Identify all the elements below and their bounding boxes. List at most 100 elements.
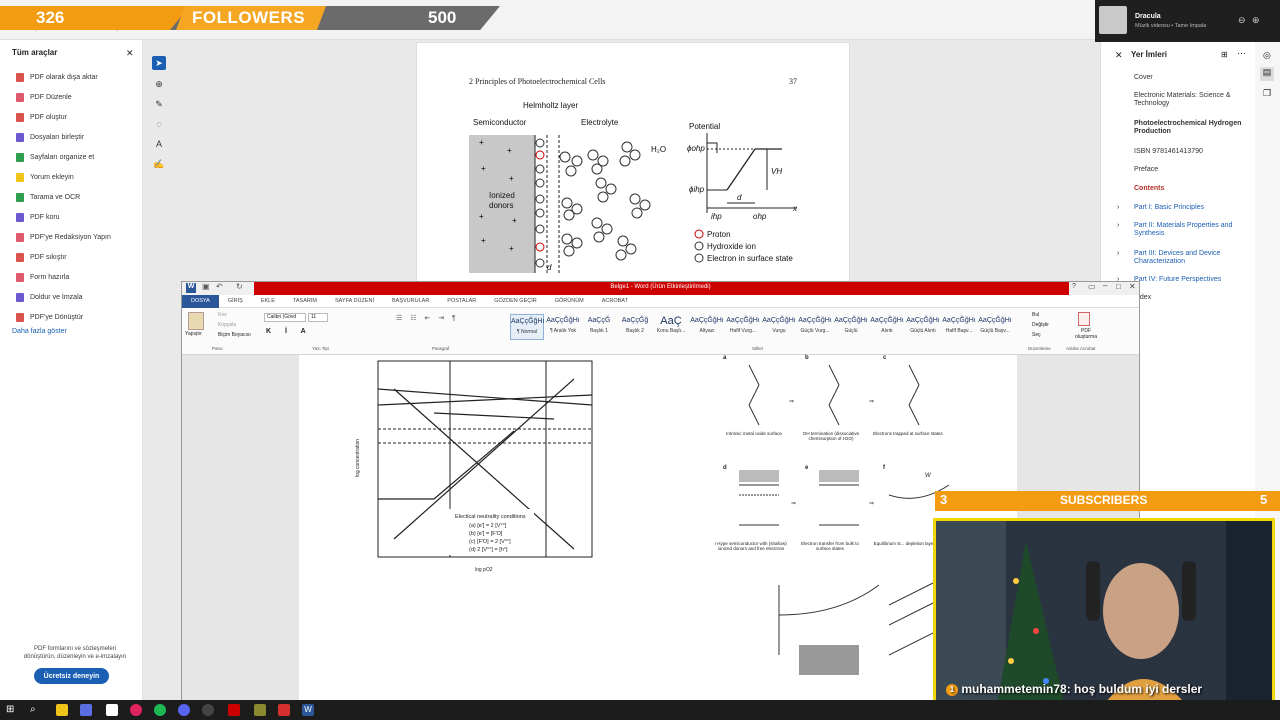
ribbon-tab[interactable]: GÖRÜNÜM (546, 298, 593, 304)
style-option[interactable]: AaÇçĞğHı Güçlü Alıntı (906, 314, 940, 340)
ribbon-tab[interactable]: BAŞVURULAR (383, 298, 438, 304)
windows-start-icon[interactable]: ⊞ (6, 704, 18, 716)
bookmark-item[interactable]: Electronic Materials: Science & Technolo… (1134, 92, 1249, 108)
paragraph-controls[interactable]: ☰ ☷ ⇤ ⇥ ¶ (396, 314, 496, 340)
tool-item[interactable]: PDF koru (16, 210, 60, 224)
ribbon-tab[interactable]: ACROBAT (593, 298, 637, 304)
bookmark-item[interactable]: Index (1134, 294, 1249, 302)
ribbon-display-icon[interactable]: ▭ (1088, 282, 1096, 291)
text-box-icon[interactable]: A (152, 137, 166, 151)
help-icon[interactable]: ? (1072, 283, 1076, 290)
tool-item[interactable]: Tarama ve OCR (16, 190, 80, 204)
tool-item[interactable]: PDF Düzenle (16, 90, 72, 104)
format-painter-button[interactable]: Biçim Boyacısı (218, 332, 251, 338)
style-option[interactable]: AaÇçĞğHı Güçlü Başv... (978, 314, 1012, 340)
recorder-icon[interactable] (228, 704, 240, 716)
opera-icon[interactable] (130, 704, 142, 716)
paste-icon[interactable] (188, 312, 204, 330)
file-explorer-icon[interactable] (56, 704, 68, 716)
ribbon-tab[interactable]: POSTALAR (438, 298, 485, 304)
show-more-link[interactable]: Daha fazla göster (12, 328, 67, 335)
tool-item[interactable]: PDF olarak dışa aktar (16, 70, 98, 84)
style-option[interactable]: AaÇçĞğHı Güçlü (834, 314, 868, 340)
more-options-icon[interactable]: ⋯ (1237, 48, 1246, 59)
comment-icon[interactable]: ◎ (1263, 50, 1271, 61)
find-button[interactable]: Bul (1032, 312, 1039, 318)
notes-icon[interactable] (254, 704, 266, 716)
close-window-icon[interactable]: ✕ (1129, 282, 1136, 291)
style-option[interactable]: AaÇçĞğHı Güçlü Vurg... (798, 314, 832, 340)
tool-item[interactable]: PDF'ye Dönüştür (16, 310, 83, 324)
style-option[interactable]: AaÇçĞğHı Altyazı (690, 314, 724, 340)
lasso-icon[interactable]: ◌ (152, 117, 166, 131)
zoom-icon[interactable]: ⊕ (152, 77, 166, 91)
chevron-right-icon[interactable]: › (1117, 250, 1119, 257)
tool-item[interactable]: Yorum ekleyin (16, 170, 74, 184)
minimize-window-icon[interactable]: – (1103, 281, 1107, 290)
minimize-icon[interactable]: ⊖ (1238, 15, 1246, 26)
tool-item[interactable]: Doldur ve İmzala (16, 290, 83, 304)
style-option[interactable]: AaÇçĞğHı Hafif Vurg... (726, 314, 760, 340)
tool-item[interactable]: PDF'ye Redaksiyon Yapın (16, 230, 111, 244)
paste-button[interactable]: Yapıştır (185, 331, 202, 337)
style-option[interactable]: AaÇçĞğHı ¶ Normal (510, 314, 544, 340)
copy-button[interactable]: Kopyala (218, 322, 236, 328)
ribbon-tab[interactable]: EKLE (252, 298, 284, 304)
obs-icon[interactable] (202, 704, 214, 716)
bookmark-item[interactable]: Photoelectrochemical Hydrogen Production (1134, 120, 1249, 136)
create-pdf-icon[interactable] (1078, 312, 1090, 326)
ribbon-tab[interactable]: DOSYA (182, 294, 219, 308)
font-name-select[interactable]: Calibri (Gövd (264, 313, 306, 322)
bold-italic-underline-buttons[interactable]: K İ A (266, 328, 312, 335)
discord-icon[interactable] (178, 704, 190, 716)
bookmark-item[interactable]: ISBN 9781461413790 (1134, 148, 1249, 156)
add-icon[interactable]: ⊕ (1252, 15, 1260, 26)
acrobat-icon[interactable] (278, 704, 290, 716)
ribbon-tab[interactable]: GİRİŞ (219, 298, 252, 304)
tool-item[interactable]: PDF oluştur (16, 110, 67, 124)
chevron-right-icon[interactable]: › (1117, 222, 1119, 229)
tool-item[interactable]: Form hazırla (16, 270, 69, 284)
settings-icon[interactable] (106, 704, 118, 716)
close-icon[interactable]: ✕ (126, 48, 134, 59)
style-option[interactable]: AaÇ Konu Başlı... (654, 314, 688, 340)
bookmark-item[interactable]: Part II: Materials Properties and Synthe… (1134, 222, 1249, 238)
teams-icon[interactable] (80, 704, 92, 716)
bookmark-item[interactable]: Preface (1134, 166, 1249, 174)
bookmark-item[interactable]: Part IV: Future Perspectives (1134, 276, 1249, 284)
bookmark-item[interactable]: Part III: Devices and Device Characteriz… (1134, 250, 1249, 266)
bookmark-item[interactable]: Contents (1134, 185, 1249, 193)
ribbon-tab[interactable]: SAYFA DÜZENİ (326, 298, 383, 304)
stamp-icon[interactable]: ✍ (152, 157, 166, 171)
chevron-right-icon[interactable]: › (1117, 204, 1119, 211)
word-taskbar-icon[interactable]: W (302, 704, 314, 716)
maximize-window-icon[interactable]: □ (1116, 282, 1121, 291)
add-bookmark-icon[interactable]: ⊞ (1221, 50, 1228, 59)
ribbon-tab[interactable]: GÖZDEN GEÇİR (485, 298, 545, 304)
bookmark-item[interactable]: Part I: Basic Principles (1134, 204, 1249, 212)
cut-button[interactable]: Kes (218, 312, 227, 318)
ribbon-tab[interactable]: TASARIM (284, 298, 326, 304)
tool-item[interactable]: PDF sıkıştır (16, 250, 67, 264)
select-cursor-icon[interactable]: ➤ (152, 56, 166, 70)
style-option[interactable]: AaÇçĞğHı Alıntı (870, 314, 904, 340)
bookmark-item[interactable]: Cover (1134, 74, 1249, 82)
style-option[interactable]: AaÇçĞğHı Vurgu (762, 314, 796, 340)
tool-item[interactable]: Sayfaları organize et (16, 150, 94, 164)
word-page[interactable]: Electical neutrality conditions (a) [e']… (299, 355, 1017, 701)
style-option[interactable]: AaÇçĞ Başlık 1 (582, 314, 616, 340)
replace-button[interactable]: Değiştir (1032, 322, 1049, 328)
search-icon[interactable]: ⌕ (30, 704, 42, 716)
select-button[interactable]: Seç (1032, 332, 1041, 338)
create-pdf-button[interactable]: PDF oluşturma (1072, 328, 1100, 340)
style-option[interactable]: AaÇçĞğHı ¶ Aralık Yok (546, 314, 580, 340)
style-option[interactable]: AaÇçĞğHı Hafif Başv... (942, 314, 976, 340)
font-size-select[interactable]: 11 (308, 313, 328, 322)
pages-icon[interactable]: ❐ (1263, 88, 1271, 99)
spotify-icon[interactable] (154, 704, 166, 716)
style-option[interactable]: AaÇçĞğ Başlık 2 (618, 314, 652, 340)
pen-icon[interactable]: ✎ (152, 97, 166, 111)
bookmark-icon[interactable]: ▤ (1260, 67, 1274, 81)
free-trial-button[interactable]: Ücretsiz deneyin (34, 668, 109, 684)
close-icon[interactable]: ✕ (1115, 50, 1123, 61)
